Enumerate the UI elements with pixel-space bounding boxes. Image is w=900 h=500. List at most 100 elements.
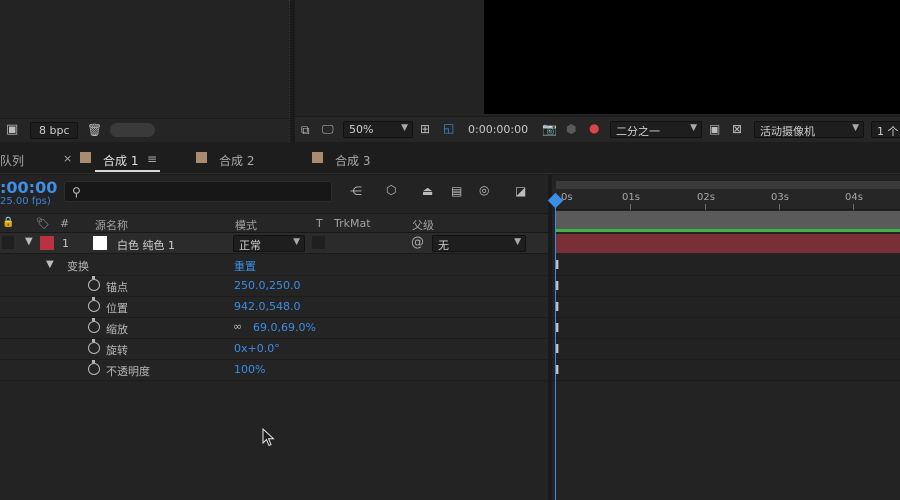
keyframe-row: I (552, 297, 900, 318)
stopwatch-icon[interactable] (88, 297, 100, 312)
stopwatch-icon[interactable] (88, 360, 100, 375)
active-tab-indicator (95, 170, 160, 172)
label-tag-icon[interactable]: 🏷 (36, 217, 50, 230)
property-row-scale: 缩放 ∞ 69.0,69.0% (0, 318, 548, 339)
trash-icon[interactable]: 🗑 (87, 123, 102, 137)
mask-visibility-icon[interactable]: ◱ (443, 121, 454, 135)
chevron-down-icon: ▼ (401, 123, 408, 133)
property-label: 缩放 (106, 323, 128, 336)
property-row-rotation: 旋转 0x+0.0° (0, 339, 548, 360)
property-value[interactable]: 250.0,250.0 (234, 279, 300, 292)
column-t: T (316, 217, 323, 230)
tab-queue[interactable]: 队列 (0, 152, 24, 169)
lock-icon[interactable]: 🔒 (2, 217, 14, 228)
blend-mode-value: 正常 (239, 239, 261, 252)
views-dropdown[interactable]: 1 个 (871, 121, 900, 138)
always-preview-icon[interactable]: ⧉ (301, 123, 310, 137)
region-of-interest-icon[interactable]: ▣ (709, 122, 720, 136)
transform-reset-link[interactable]: 重置 (234, 258, 256, 274)
column-parent[interactable]: 父级 (412, 217, 434, 233)
property-value[interactable]: 100% (234, 363, 265, 376)
composition-canvas[interactable] (484, 0, 900, 114)
preserve-transparency-box[interactable] (312, 236, 325, 249)
ruler-tick (630, 204, 631, 210)
cached-frames-indicator (556, 229, 900, 232)
property-value[interactable]: 0x+0.0° (234, 342, 280, 355)
layer-duration-bar[interactable] (556, 234, 900, 253)
safe-zones-icon[interactable]: ⊞ (420, 122, 430, 136)
column-trkmat[interactable]: TrkMat (334, 217, 371, 230)
property-value[interactable]: 69.0,69.0% (253, 321, 316, 334)
tab-comp-1[interactable]: 合成 1 (103, 152, 138, 169)
stopwatch-icon[interactable] (88, 318, 100, 333)
layer-label-color[interactable] (40, 236, 54, 250)
draft-3d-icon[interactable]: ⬡ (386, 183, 396, 197)
shy-layers-icon[interactable]: ⏏ (422, 184, 433, 198)
layer-lock-box[interactable] (2, 236, 14, 249)
tab-comp-2[interactable]: 合成 2 (219, 152, 254, 169)
layer-index: 1 (62, 237, 69, 250)
keyframe-row: I (552, 276, 900, 297)
property-value[interactable]: 942.0,548.0 (234, 300, 300, 313)
parent-dropdown[interactable]: 无 ▼ (432, 235, 526, 252)
transparency-grid-icon[interactable]: ⊠ (732, 122, 742, 136)
close-icon[interactable]: × (63, 152, 72, 165)
graph-editor-icon[interactable]: ◪ (515, 184, 526, 198)
zoom-dropdown[interactable]: 50% ▼ (343, 121, 413, 138)
ruler-tick (853, 204, 854, 210)
motion-blur-icon[interactable]: ◎ (479, 183, 489, 197)
time-ruler[interactable]: 0s 01s 02s 03s 04s (552, 189, 900, 210)
color-channels-icon[interactable]: ● (589, 121, 599, 135)
pick-whip-icon[interactable]: @ (411, 235, 424, 250)
collapse-arrow-icon[interactable]: ▼ (46, 259, 54, 270)
transform-label: 变换 (67, 260, 89, 273)
resolution-dropdown[interactable]: 二分之一 ▼ (610, 121, 702, 138)
blend-mode-dropdown[interactable]: 正常 ▼ (233, 235, 305, 252)
ruler-label: 0s (561, 192, 573, 203)
current-time-display[interactable]: :00:00 (0, 178, 57, 197)
snapshot-camera-icon[interactable]: 📷 (542, 122, 557, 136)
composition-toolbar: ⧉ 🖵 50% ▼ ⊞ ◱ 0:00:00:00 📷 ⬢ ● 二分之一 ▼ ▣ … (295, 116, 900, 142)
work-area-bar[interactable] (556, 211, 900, 231)
views-value: 1 个 (877, 125, 899, 138)
current-time-indicator-line[interactable] (555, 200, 556, 500)
property-row-anchor-point: 锚点 250.0,250.0 (0, 276, 548, 297)
keyframe-row (552, 255, 900, 276)
show-snapshot-icon[interactable]: ⬢ (566, 122, 576, 136)
keyframe-row: I (552, 318, 900, 339)
camera-dropdown[interactable]: 活动摄像机 ▼ (754, 121, 864, 138)
column-source-name[interactable]: 源名称 (95, 217, 128, 233)
interpret-footage-icon[interactable]: ▣ (6, 123, 18, 137)
monitor-icon[interactable]: 🖵 (322, 122, 334, 136)
bpc-label: 8 bpc (39, 124, 70, 137)
viewer-timecode[interactable]: 0:00:00:00 (468, 123, 528, 136)
bpc-button[interactable]: 8 bpc (30, 122, 78, 139)
ruler-label: 02s (697, 192, 715, 203)
time-navigator-bar[interactable] (556, 181, 900, 189)
ruler-tick (705, 204, 706, 210)
solid-thumbnail (93, 236, 107, 250)
chevron-down-icon: ▼ (514, 237, 521, 247)
project-scrollbar[interactable] (110, 123, 155, 137)
constrain-proportions-link-icon[interactable]: ∞ (233, 320, 242, 333)
comp-flowchart-icon[interactable]: ⋲ (350, 184, 362, 198)
transform-row[interactable]: ▼ 变换 重置 (0, 255, 548, 276)
chevron-down-icon: ▼ (690, 123, 697, 133)
layer-search-input[interactable]: ⚲ (64, 181, 332, 202)
ruler-label: 03s (771, 192, 789, 203)
column-number: # (60, 217, 70, 230)
parent-value: 无 (438, 239, 449, 252)
column-mode[interactable]: 模式 (235, 217, 257, 233)
layer-name[interactable]: 白色 纯色 1 (117, 237, 175, 253)
tab-comp-3[interactable]: 合成 3 (335, 152, 370, 169)
stopwatch-icon[interactable] (88, 339, 100, 354)
tab-color-swatch (312, 152, 323, 163)
tab-menu-icon[interactable]: ≡ (147, 152, 157, 166)
collapse-arrow-icon[interactable]: ▼ (25, 236, 33, 247)
layer-row[interactable]: ▼ 1 白色 纯色 1 正常 ▼ @ 无 ▼ (0, 233, 548, 254)
resolution-value: 二分之一 (616, 125, 660, 138)
keyframe-row: I (552, 360, 900, 381)
stopwatch-icon[interactable] (88, 276, 100, 291)
property-row-position: 位置 942.0,548.0 (0, 297, 548, 318)
frame-blending-icon[interactable]: ▤ (451, 184, 462, 198)
